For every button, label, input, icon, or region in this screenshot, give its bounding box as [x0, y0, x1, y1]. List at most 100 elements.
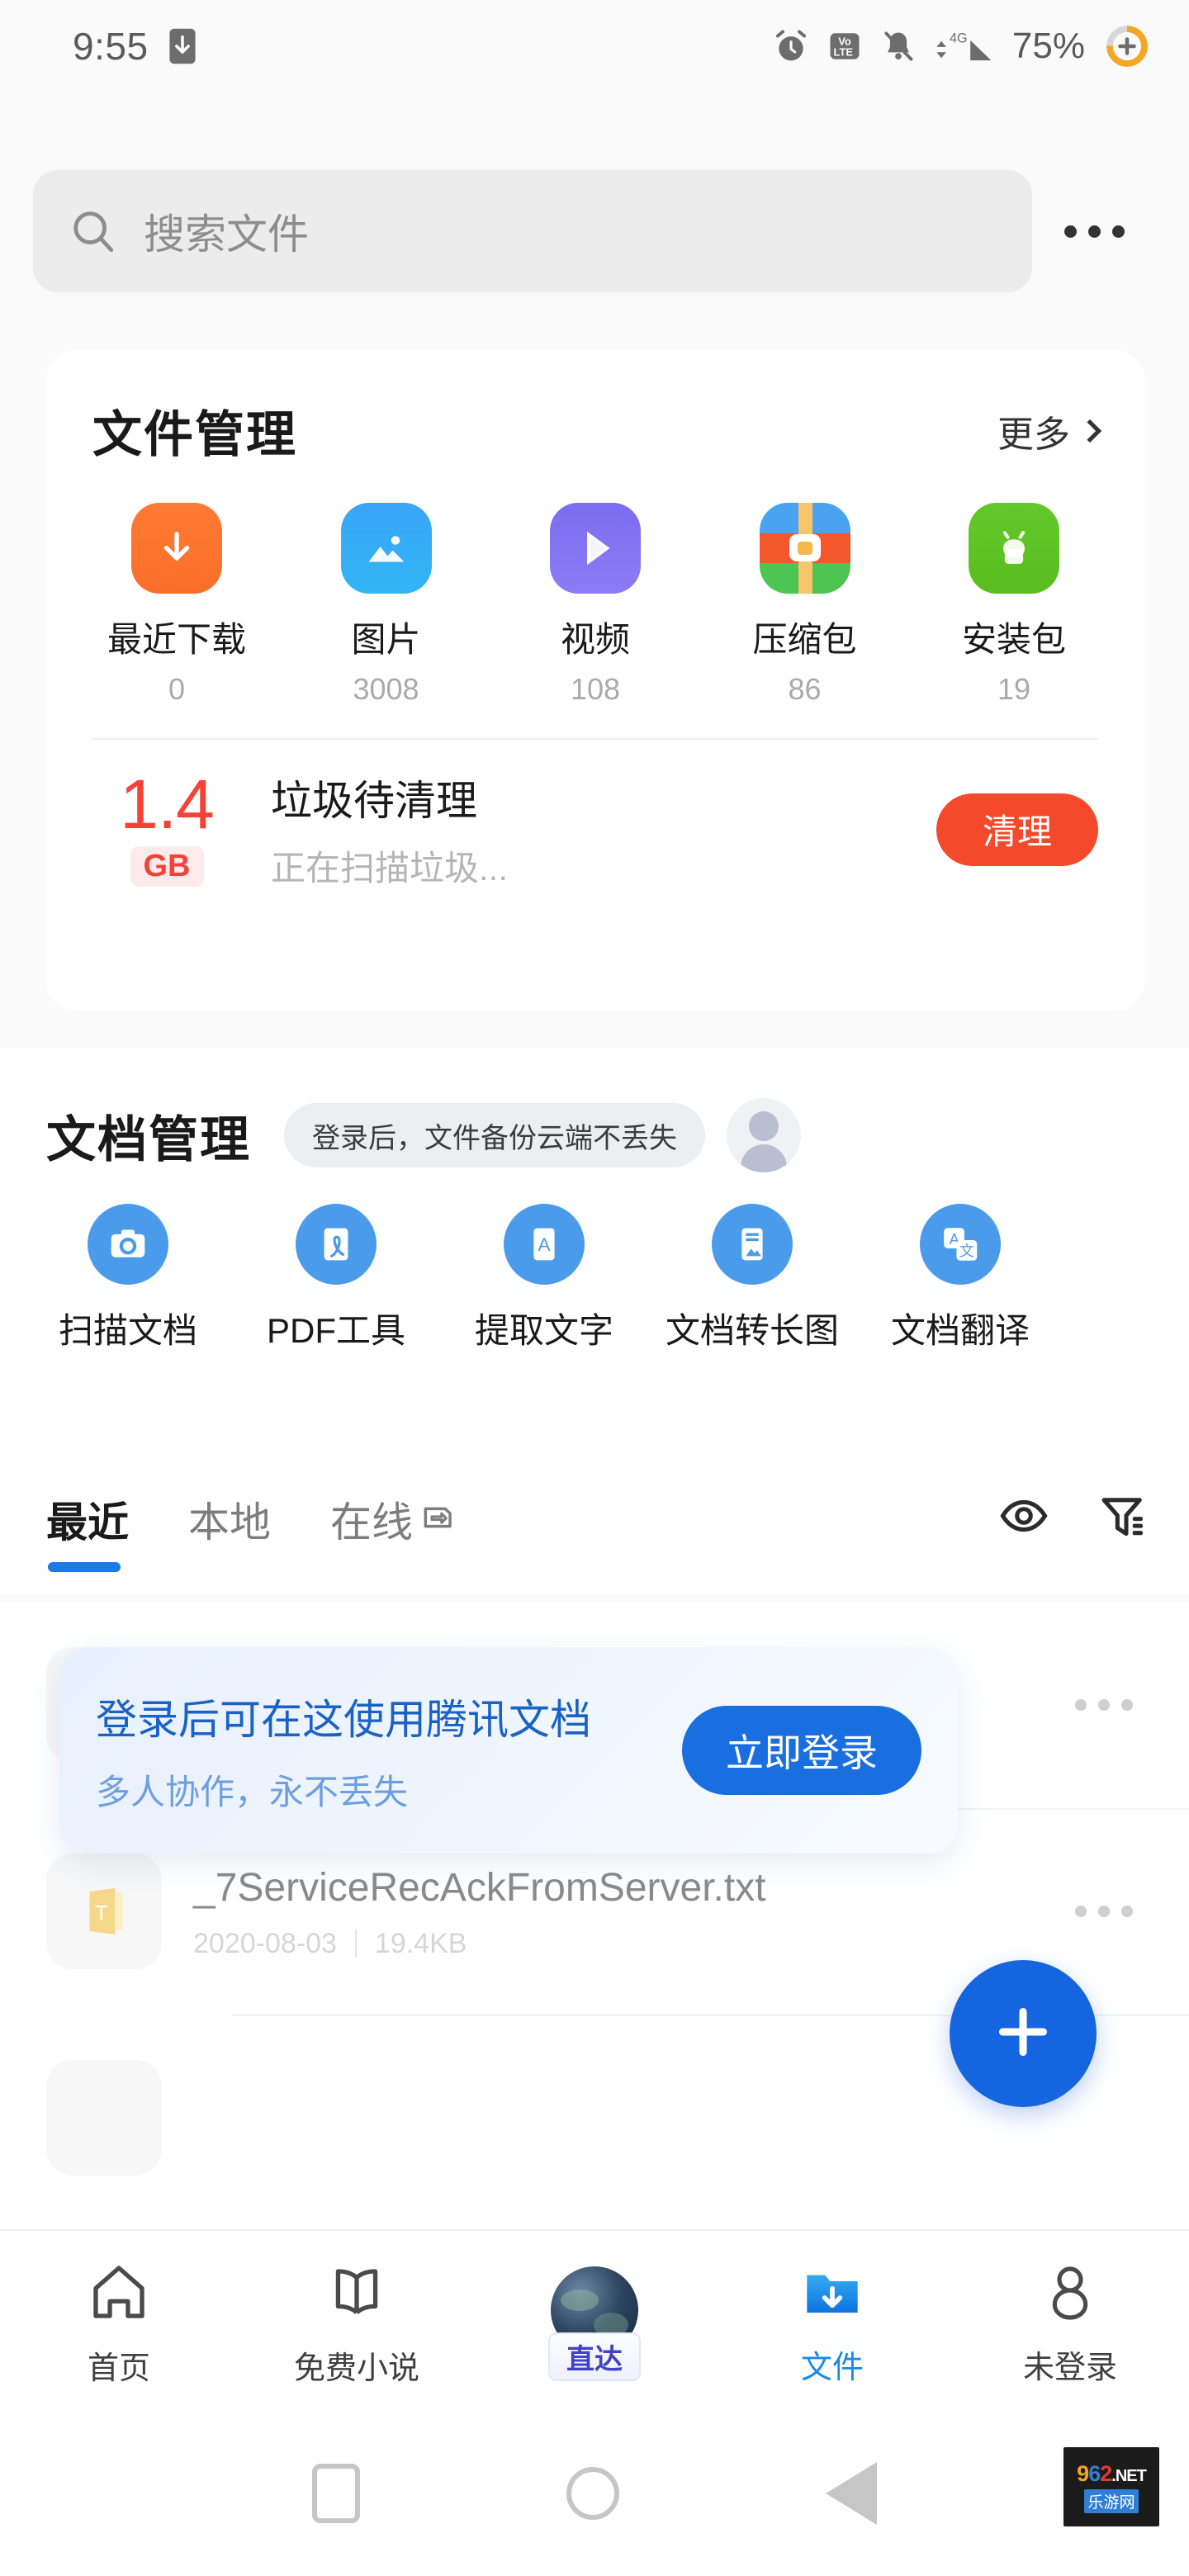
- battery-percent-label: 75%: [1012, 26, 1085, 67]
- circle-icon[interactable]: [566, 2467, 619, 2520]
- search-row: 搜索文件: [0, 162, 1189, 301]
- nav-label: 直达: [548, 2332, 641, 2381]
- zip-icon: [760, 503, 850, 594]
- add-file-fab[interactable]: [950, 1960, 1097, 2107]
- file-management-header: 文件管理 更多: [46, 350, 1144, 466]
- tab-active-underline: [48, 1562, 121, 1572]
- cloud-backup-hint[interactable]: 登录后，文件备份云端不丢失: [284, 1103, 705, 1167]
- bottom-navigation: 首页 免费小说 直达 文件: [0, 2229, 1189, 2411]
- more-label: 更多: [997, 405, 1070, 457]
- search-input[interactable]: 搜索文件: [33, 170, 1032, 292]
- tool-extract-text[interactable]: A 提取文字: [462, 1204, 626, 1353]
- watermark-sub: 乐游网: [1084, 2489, 1138, 2513]
- tool-translate[interactable]: A文 文档翻译: [879, 1204, 1042, 1353]
- tool-scan-document[interactable]: 扫描文档: [46, 1204, 210, 1353]
- tool-label: 提取文字: [475, 1303, 613, 1353]
- tool-label: 文档翻译: [891, 1303, 1030, 1353]
- category-videos[interactable]: 视频 108: [513, 503, 678, 707]
- file-tabs: 最近 本地 在线: [0, 1478, 1189, 1593]
- file-more-button[interactable]: [1059, 1699, 1149, 1711]
- nav-item-files[interactable]: 文件: [737, 2260, 927, 2387]
- clean-button[interactable]: 清理: [936, 793, 1098, 866]
- svg-text:文: 文: [959, 1243, 974, 1259]
- user-avatar-icon[interactable]: [727, 1098, 801, 1172]
- overflow-menu-button[interactable]: [1032, 170, 1156, 292]
- tab-online[interactable]: 在线: [330, 1489, 456, 1549]
- book-icon: [323, 2259, 391, 2331]
- file-category-list: 最近下载 0 图片 3008 视频 108: [46, 466, 1144, 707]
- video-play-icon: [550, 503, 641, 594]
- txt-file-icon: T: [46, 1854, 162, 1969]
- document-management-header: 文档管理 登录后，文件备份云端不丢失: [0, 1049, 1189, 1172]
- more-horizontal-icon: [1075, 1906, 1087, 1917]
- login-tooltip-subtitle: 多人协作，永不丢失: [96, 1764, 682, 1815]
- tab-recent[interactable]: 最近: [46, 1489, 129, 1549]
- tool-doc-to-image[interactable]: 文档转长图: [670, 1204, 834, 1353]
- junk-title: 垃圾待清理: [271, 768, 936, 827]
- tab-label: 最近: [46, 1489, 129, 1549]
- category-archives[interactable]: 压缩包 86: [722, 503, 888, 707]
- category-images[interactable]: 图片 3008: [304, 503, 469, 707]
- search-icon: [69, 207, 117, 255]
- nav-item-account[interactable]: 未登录: [975, 2260, 1165, 2387]
- tab-local[interactable]: 本地: [188, 1489, 271, 1549]
- android-apk-icon: [969, 503, 1059, 594]
- plus-icon: [988, 1997, 1058, 2071]
- nav-item-novels[interactable]: 免费小说: [262, 2259, 452, 2388]
- category-recent-downloads[interactable]: 最近下载 0: [94, 503, 259, 707]
- home-icon: [85, 2259, 153, 2331]
- document-management-section: 文档管理 登录后，文件备份云端不丢失 扫描文档 PDF工具 A: [0, 1049, 1189, 1486]
- svg-text:A: A: [538, 1234, 550, 1255]
- search-placeholder: 搜索文件: [144, 201, 309, 261]
- status-bar-right: VoLTE 4G 75%: [773, 24, 1149, 69]
- status-bar-left: 9:55: [73, 24, 197, 69]
- junk-cleanup-row: 1.4 GB 垃圾待清理 正在扫描垃圾... 清理: [46, 740, 1144, 891]
- person-icon: [1037, 2260, 1103, 2330]
- more-horizontal-icon: [1075, 1699, 1087, 1711]
- separator: [355, 1930, 357, 1958]
- image-icon: [341, 503, 432, 594]
- camera-scan-icon: [88, 1204, 168, 1285]
- filter-button[interactable]: [1097, 1489, 1149, 1546]
- junk-size-unit: GB: [130, 846, 204, 887]
- file-meta: _7ServiceRecAckFromServer.txt 2020-08-03…: [193, 1863, 1059, 1960]
- junk-subtitle: 正在扫描垃圾...: [271, 841, 936, 891]
- svg-text:4G: 4G: [950, 31, 968, 46]
- login-tooltip-title: 登录后可在这使用腾讯文档: [96, 1687, 682, 1746]
- login-now-button[interactable]: 立即登录: [682, 1706, 921, 1795]
- download-icon: [131, 503, 222, 594]
- category-count: 86: [788, 672, 821, 707]
- junk-size: 1.4 GB: [92, 772, 241, 887]
- file-more-button[interactable]: [1059, 1906, 1149, 1917]
- square-icon[interactable]: [312, 2464, 360, 2523]
- file-size: 19.4KB: [375, 1928, 467, 1960]
- translate-icon: A文: [920, 1204, 1001, 1285]
- visibility-toggle-button[interactable]: [997, 1489, 1050, 1546]
- folder-download-icon: [799, 2260, 865, 2330]
- doc-to-image-icon: [712, 1204, 793, 1285]
- nav-item-zhida[interactable]: 直达: [500, 2266, 689, 2381]
- file-management-more-button[interactable]: 更多: [997, 405, 1098, 457]
- nav-label: 文件: [801, 2342, 864, 2387]
- document-management-title: 文档管理: [46, 1100, 251, 1172]
- watermark-text: 962.NET: [1077, 2461, 1146, 2487]
- junk-size-value: 1.4: [120, 772, 214, 838]
- category-label: 压缩包: [752, 612, 856, 662]
- bell-muted-icon: [880, 28, 917, 64]
- tab-label: 在线: [330, 1489, 413, 1549]
- signal-4g-icon: 4G: [935, 28, 994, 64]
- nav-label: 未登录: [1023, 2342, 1117, 2387]
- category-label: 最近下载: [107, 612, 246, 662]
- login-tooltip-text: 登录后可在这使用腾讯文档 多人协作，永不丢失: [96, 1687, 682, 1815]
- watermark: 962.NET 乐游网: [1063, 2447, 1159, 2526]
- volte-icon: VoLTE: [827, 29, 862, 64]
- file-date: 2020-08-03: [193, 1928, 337, 1960]
- triangle-back-icon[interactable]: [826, 2462, 877, 2525]
- category-apk[interactable]: 安装包 19: [931, 503, 1097, 707]
- category-count: 19: [997, 672, 1030, 707]
- file-subtitle: 2020-08-03 19.4KB: [193, 1928, 1059, 1960]
- category-count: 0: [168, 672, 185, 707]
- nav-label: 免费小说: [294, 2342, 419, 2388]
- nav-item-home[interactable]: 首页: [24, 2259, 214, 2388]
- tool-pdf[interactable]: PDF工具: [254, 1204, 418, 1353]
